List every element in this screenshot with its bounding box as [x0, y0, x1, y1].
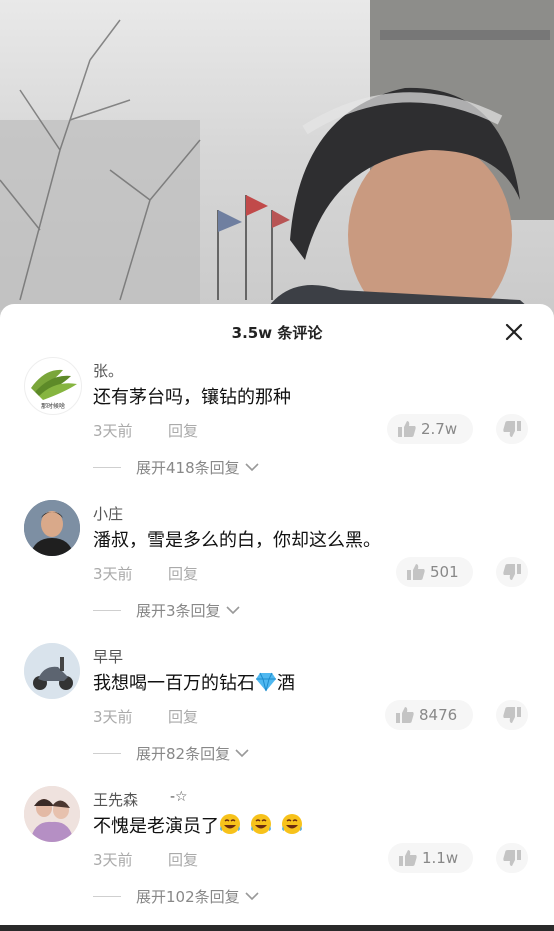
- comment-text-part: 酒: [277, 673, 295, 694]
- expand-replies-label: 展开82条回复: [136, 744, 231, 763]
- comment-text-part: 我想喝一百万的钻石: [93, 673, 255, 694]
- comment-item: 早早 我想喝一百万的钻石 酒 3天前 回复 8476 展开82条回复: [0, 643, 554, 783]
- like-button[interactable]: 8476: [385, 700, 473, 730]
- reply-button[interactable]: 回复: [168, 849, 198, 870]
- scooter-avatar-image: [24, 643, 80, 699]
- like-count: 501: [430, 563, 459, 581]
- comment-text-part: 不愧是老演员了: [93, 816, 219, 837]
- comment-text: 还有茅台吗，镶钻的那种: [93, 387, 291, 408]
- thumbs-up-icon: [398, 421, 416, 437]
- gem-emoji: [255, 672, 277, 697]
- chevron-down-icon: [235, 749, 249, 758]
- chevron-down-icon: [225, 606, 240, 615]
- expand-replies-label: 展开3条回复: [136, 601, 221, 620]
- expand-replies-label: 展开418条回复: [136, 458, 240, 477]
- expand-replies-label: 展开102条回复: [136, 887, 240, 906]
- username[interactable]: 小庄: [93, 503, 123, 524]
- like-count: 2.7w: [421, 420, 458, 438]
- divider-line: [93, 895, 121, 897]
- avatar[interactable]: [24, 643, 80, 699]
- expand-replies[interactable]: 展开82条回复: [93, 742, 250, 764]
- user-badge: -☆: [170, 789, 188, 805]
- username[interactable]: 王先森: [93, 789, 138, 810]
- dislike-button[interactable]: [496, 700, 528, 730]
- comment-sheet: 3.5w 条评论 那时候啥 张。 还有茅台吗，镶钻的那种 3天前 回复 2.7w…: [0, 304, 554, 931]
- thumbs-down-icon: [503, 707, 521, 723]
- reply-button[interactable]: 回复: [168, 563, 198, 584]
- thumbs-up-icon: [407, 564, 425, 580]
- expand-replies[interactable]: 展开418条回复: [93, 456, 260, 478]
- video-scene: [0, 0, 554, 330]
- thumbs-up-icon: [399, 850, 417, 866]
- like-count: 8476: [419, 706, 458, 724]
- laughing-tears-emoji: [219, 813, 309, 840]
- dislike-button[interactable]: [496, 843, 528, 873]
- username[interactable]: 张。: [93, 360, 123, 381]
- avatar[interactable]: [24, 786, 80, 842]
- comment-text: 潘叔，雪是多么的白，你却这么黑。: [93, 530, 381, 551]
- avatar[interactable]: 那时候啥: [24, 357, 82, 415]
- like-count: 1.1w: [422, 849, 459, 867]
- thumbs-down-icon: [503, 421, 521, 437]
- reply-button[interactable]: 回复: [168, 706, 198, 727]
- comment-count-title: 3.5w 条评论: [231, 324, 323, 342]
- reply-button[interactable]: 回复: [168, 420, 198, 441]
- chevron-down-icon: [245, 892, 259, 901]
- comment-item: 那时候啥 张。 还有茅台吗，镶钻的那种 3天前 回复 2.7w 展开418条回复: [0, 357, 554, 497]
- divider-line: [93, 752, 121, 754]
- couple-avatar-image: [24, 786, 80, 842]
- bottom-edge: [0, 925, 554, 931]
- comment-item: 王先森 -☆ 不愧是老演员了 3天前 回复 1.1w 展开102条回复: [0, 786, 554, 926]
- comment-time: 3天前: [93, 422, 133, 440]
- dislike-button[interactable]: [496, 557, 528, 587]
- thumbs-down-icon: [503, 564, 521, 580]
- thumbs-down-icon: [503, 850, 521, 866]
- like-button[interactable]: 1.1w: [388, 843, 473, 873]
- thumbs-up-icon: [396, 707, 414, 723]
- avatar-caption: 那时候啥: [40, 403, 65, 410]
- comment-item: 小庄 潘叔，雪是多么的白，你却这么黑。 3天前 回复 501 展开3条回复: [0, 500, 554, 640]
- comment-text: 我想喝一百万的钻石 酒: [93, 669, 295, 697]
- comment-text: 不愧是老演员了: [93, 812, 309, 840]
- close-icon[interactable]: [502, 320, 526, 344]
- username[interactable]: 早早: [93, 646, 123, 667]
- video-frame[interactable]: [0, 0, 554, 330]
- like-button[interactable]: 501: [396, 557, 473, 587]
- comment-time: 3天前: [93, 565, 133, 583]
- expand-replies[interactable]: 展开102条回复: [93, 885, 260, 907]
- chevron-down-icon: [245, 463, 259, 472]
- expand-replies[interactable]: 展开3条回复: [93, 599, 241, 621]
- comment-time: 3天前: [93, 851, 133, 869]
- like-button[interactable]: 2.7w: [387, 414, 473, 444]
- comment-time: 3天前: [93, 708, 133, 726]
- avatar[interactable]: [24, 500, 80, 556]
- dislike-button[interactable]: [496, 414, 528, 444]
- divider-line: [93, 609, 121, 611]
- man-avatar-image: [24, 500, 80, 556]
- divider-line: [93, 466, 121, 468]
